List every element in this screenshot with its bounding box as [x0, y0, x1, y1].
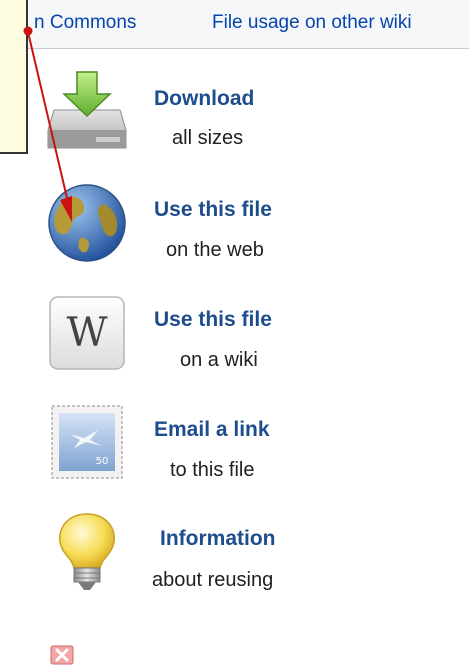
use-file-web-subtitle: on the web [166, 239, 264, 261]
download-link[interactable]: Download [154, 87, 254, 111]
use-web-item: Use this file on the web [0, 178, 469, 278]
download-item: Download all sizes [0, 68, 469, 168]
email-subtitle: to this file [170, 459, 255, 481]
svg-text:50: 50 [96, 456, 109, 467]
download-drive-icon[interactable] [44, 68, 130, 154]
email-link[interactable]: Email a link [154, 418, 270, 442]
use-file-wiki-subtitle: on a wiki [180, 349, 258, 371]
close-icon[interactable] [50, 645, 74, 665]
tab-bar: n Commons File usage on other wiki [0, 0, 469, 49]
svg-text:W: W [66, 310, 107, 356]
lightbulb-icon[interactable] [44, 508, 130, 594]
download-subtitle: all sizes [172, 127, 244, 149]
email-stamp-icon[interactable]: 50 [44, 398, 130, 484]
tab-commons[interactable]: n Commons [34, 12, 136, 34]
use-file-wiki-link[interactable]: Use this file [154, 308, 272, 332]
globe-icon[interactable] [44, 178, 130, 264]
information-item: Information about reusing [0, 508, 469, 608]
use-wiki-item: W Use this file on a wiki [0, 288, 469, 388]
information-subtitle: about reusing [152, 569, 274, 591]
wikipedia-icon[interactable]: W [44, 288, 130, 374]
email-item: 50 Email a link to this file [0, 398, 469, 498]
information-link[interactable]: Information [160, 527, 276, 551]
use-file-web-link[interactable]: Use this file [154, 198, 272, 222]
tab-file-usage-other-wikis[interactable]: File usage on other wiki [212, 12, 412, 34]
